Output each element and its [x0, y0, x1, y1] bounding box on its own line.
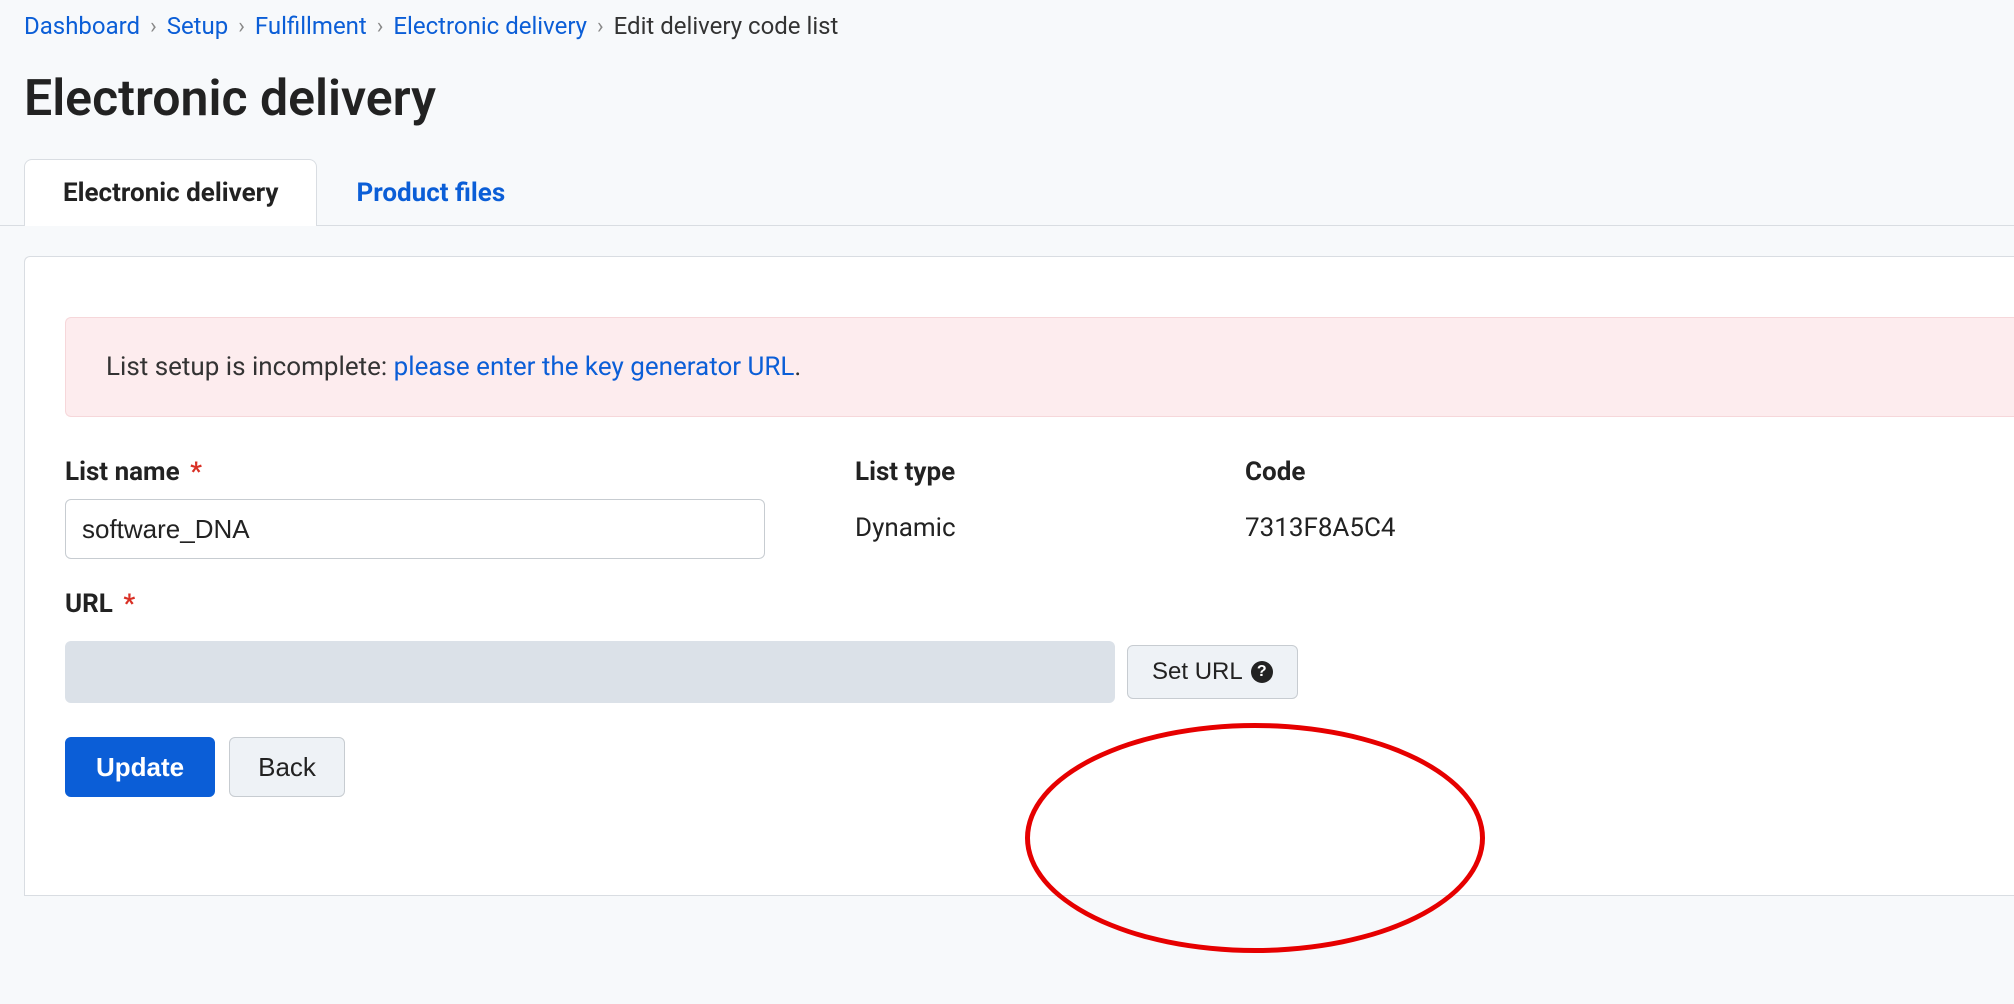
update-button[interactable]: Update [65, 737, 215, 797]
breadcrumb-link-dashboard[interactable]: Dashboard [24, 12, 140, 40]
breadcrumb-current: Edit delivery code list [614, 12, 839, 40]
breadcrumb-separator: › [238, 14, 245, 39]
url-display [65, 641, 1115, 703]
help-icon: ? [1251, 661, 1273, 683]
page-title: Electronic delivery [0, 48, 2014, 158]
label-list-name-text: List name [65, 457, 180, 487]
breadcrumb: Dashboard › Setup › Fulfillment › Electr… [0, 0, 2014, 48]
form-panel: List setup is incomplete: please enter t… [24, 256, 2014, 896]
set-url-button-label: Set URL [1152, 658, 1243, 686]
breadcrumb-separator: › [597, 14, 604, 39]
alert-text-suffix: . [794, 352, 801, 382]
set-url-button[interactable]: Set URL ? [1127, 645, 1298, 699]
label-url-text: URL [65, 589, 113, 619]
tab-electronic-delivery[interactable]: Electronic delivery [24, 159, 317, 226]
breadcrumb-separator: › [150, 14, 157, 39]
breadcrumb-link-fulfillment[interactable]: Fulfillment [255, 12, 367, 40]
label-list-name: List name * [65, 457, 785, 487]
required-marker: * [123, 589, 135, 619]
alert-link-key-generator-url[interactable]: please enter the key generator URL [394, 352, 795, 382]
tab-product-files[interactable]: Product files [317, 159, 544, 226]
back-button[interactable]: Back [229, 737, 345, 797]
label-code: Code [1245, 457, 1396, 487]
label-url: URL * [65, 589, 2014, 619]
value-list-type: Dynamic [855, 499, 1175, 543]
breadcrumb-separator: › [377, 14, 384, 39]
breadcrumb-link-electronic-delivery[interactable]: Electronic delivery [393, 12, 587, 40]
tab-bar: Electronic delivery Product files [0, 158, 2014, 226]
breadcrumb-link-setup[interactable]: Setup [167, 12, 229, 40]
label-list-type: List type [855, 457, 1175, 487]
value-code: 7313F8A5C4 [1245, 499, 1396, 543]
alert-incomplete-setup: List setup is incomplete: please enter t… [65, 317, 2014, 417]
required-marker: * [190, 457, 202, 487]
alert-text-prefix: List setup is incomplete: [106, 352, 394, 382]
input-list-name[interactable] [65, 499, 765, 559]
